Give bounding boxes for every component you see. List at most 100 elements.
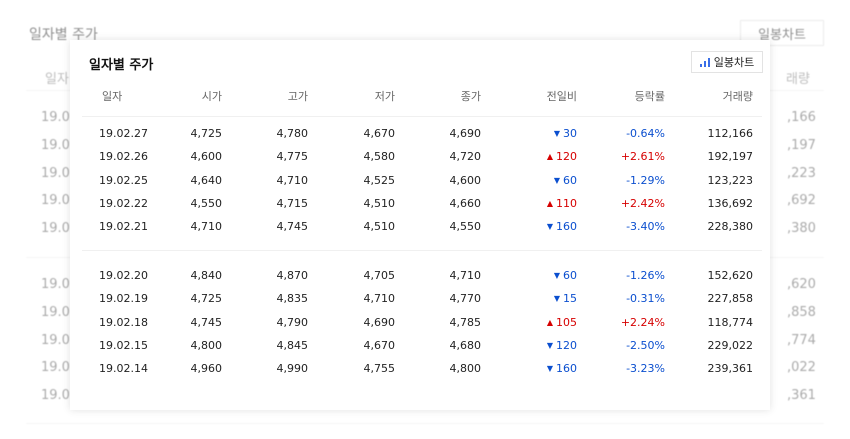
diff-cell: ▲ 110	[547, 197, 577, 210]
background-volume: ,774	[787, 333, 816, 348]
low-cell: 4,670	[363, 127, 396, 140]
close-cell: 4,720	[449, 150, 482, 163]
table-row: 19.02.14 4,960 4,990 4,755 4,800 ▼ 160 -3.23% 23…	[70, 362, 770, 378]
background-volume: ,692	[787, 193, 816, 208]
background-date: 19.0	[41, 333, 70, 348]
open-cell: 4,840	[190, 269, 223, 282]
header-date: 일자	[102, 90, 123, 103]
up-triangle-icon: ▲	[546, 152, 553, 161]
high-cell: 4,780	[276, 127, 309, 140]
volume-cell: 123,223	[707, 174, 754, 187]
high-cell: 4,990	[276, 362, 309, 375]
open-cell: 4,745	[190, 316, 223, 329]
volume-cell: 239,361	[707, 362, 754, 375]
open-cell: 4,600	[190, 150, 223, 163]
table-header: 일자 시가 고가 저가 종가 전일비 등락률 거래량	[70, 88, 770, 104]
rate-cell: +2.61%	[620, 150, 665, 163]
background-header-volume: 래량	[786, 72, 810, 87]
diff-cell: ▼ 160	[547, 362, 577, 375]
header-diff: 전일비	[546, 90, 577, 103]
diff-value: 105	[556, 316, 577, 329]
high-cell: 4,835	[276, 292, 309, 305]
rate-cell: -0.31%	[626, 292, 665, 305]
close-cell: 4,800	[449, 362, 482, 375]
close-cell: 4,710	[449, 269, 482, 282]
background-volume: ,197	[787, 138, 816, 153]
date-cell: 19.02.18	[99, 316, 148, 329]
rate-cell: -0.64%	[626, 127, 665, 140]
high-cell: 4,775	[276, 150, 309, 163]
diff-cell: ▼ 60	[554, 174, 577, 187]
background-date: 19.0	[41, 221, 70, 236]
diff-value: 160	[556, 362, 577, 375]
table-row: 19.02.27 4,725 4,780 4,670 4,690 ▼ 30 -0.64% 112…	[70, 127, 770, 143]
down-triangle-icon: ▼	[546, 222, 553, 231]
background-date: 19.0	[41, 138, 70, 153]
date-cell: 19.02.26	[99, 150, 148, 163]
diff-cell: ▼ 15	[554, 292, 577, 305]
daily-chart-button[interactable]: 일봉차트	[691, 51, 763, 73]
rate-cell: -1.26%	[626, 269, 665, 282]
background-volume: ,022	[787, 360, 816, 375]
background-header-date: 일자	[45, 72, 69, 87]
background-date: 19.0	[41, 360, 70, 375]
rate-cell: +2.42%	[620, 197, 665, 210]
date-cell: 19.02.22	[99, 197, 148, 210]
down-triangle-icon: ▼	[553, 176, 560, 185]
table-row: 19.02.21 4,710 4,745 4,510 4,550 ▼ 160 -3.40% 22…	[70, 220, 770, 236]
date-cell: 19.02.20	[99, 269, 148, 282]
diff-value: 15	[563, 292, 577, 305]
low-cell: 4,510	[363, 197, 396, 210]
high-cell: 4,710	[276, 174, 309, 187]
open-cell: 4,550	[190, 197, 223, 210]
close-cell: 4,770	[449, 292, 482, 305]
card-title: 일자별 주가	[89, 58, 154, 73]
low-cell: 4,755	[363, 362, 396, 375]
background-volume: ,380	[787, 221, 816, 236]
volume-cell: 229,022	[707, 339, 754, 352]
background-date: 19.0	[41, 193, 70, 208]
bar-chart-icon	[699, 57, 710, 67]
low-cell: 4,580	[363, 150, 396, 163]
low-cell: 4,690	[363, 316, 396, 329]
high-cell: 4,745	[276, 220, 309, 233]
rate-cell: -3.23%	[626, 362, 665, 375]
high-cell: 4,715	[276, 197, 309, 210]
diff-cell: ▲ 120	[547, 150, 577, 163]
low-cell: 4,525	[363, 174, 396, 187]
background-date: 19.0	[41, 277, 70, 292]
rate-cell: -3.40%	[626, 220, 665, 233]
diff-value: 110	[556, 197, 577, 210]
date-cell: 19.02.15	[99, 339, 148, 352]
background-volume: ,166	[787, 110, 816, 125]
close-cell: 4,660	[449, 197, 482, 210]
volume-cell: 152,620	[707, 269, 754, 282]
header-low: 저가	[374, 90, 395, 103]
date-cell: 19.02.19	[99, 292, 148, 305]
date-cell: 19.02.14	[99, 362, 148, 375]
background-date: 19.0	[41, 110, 70, 125]
background-volume: ,620	[787, 277, 816, 292]
table-row: 19.02.19 4,725 4,835 4,710 4,770 ▼ 15 -0.31% 227…	[70, 292, 770, 308]
down-triangle-icon: ▼	[546, 364, 553, 373]
close-cell: 4,550	[449, 220, 482, 233]
close-cell: 4,785	[449, 316, 482, 329]
high-cell: 4,845	[276, 339, 309, 352]
down-triangle-icon: ▼	[546, 341, 553, 350]
date-cell: 19.02.27	[99, 127, 148, 140]
diff-value: 120	[556, 339, 577, 352]
diff-cell: ▼ 160	[547, 220, 577, 233]
up-triangle-icon: ▲	[546, 199, 553, 208]
daily-chart-button-label: 일봉차트	[713, 56, 755, 69]
background-volume: ,361	[787, 388, 816, 403]
background-divider	[26, 423, 824, 424]
volume-cell: 118,774	[707, 316, 754, 329]
table-row: 19.02.15 4,800 4,845 4,670 4,680 ▼ 120 -2.50% 22…	[70, 339, 770, 355]
open-cell: 4,640	[190, 174, 223, 187]
volume-cell: 112,166	[707, 127, 754, 140]
date-cell: 19.02.25	[99, 174, 148, 187]
table-row: 19.02.18 4,745 4,790 4,690 4,785 ▲ 105 +2.24% 11…	[70, 316, 770, 332]
diff-value: 30	[563, 127, 577, 140]
low-cell: 4,670	[363, 339, 396, 352]
close-cell: 4,690	[449, 127, 482, 140]
